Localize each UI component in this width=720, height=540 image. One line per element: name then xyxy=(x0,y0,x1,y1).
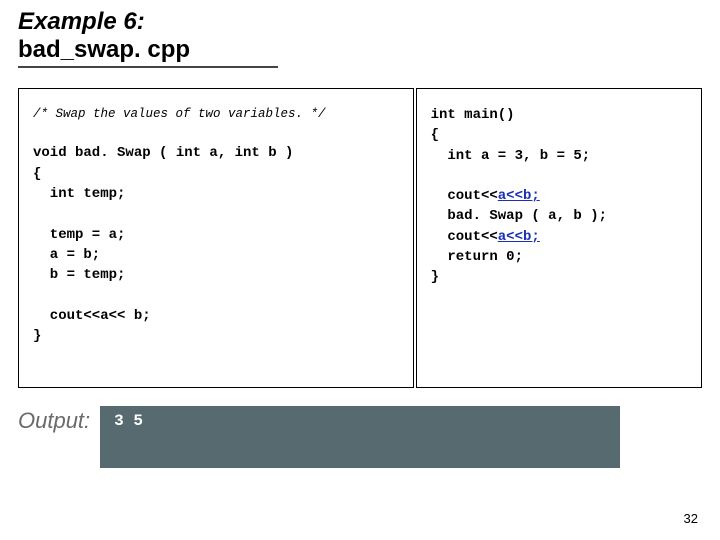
code-line: int a = 3, b = 5; xyxy=(431,146,691,166)
slide-title: Example 6: bad_swap. cpp xyxy=(18,8,702,68)
code-line: a = b; xyxy=(33,245,403,265)
cout-link[interactable]: a<<b; xyxy=(498,229,540,245)
code-line: { xyxy=(431,125,691,145)
code-line: int temp; xyxy=(33,184,403,204)
code-line: b = temp; xyxy=(33,265,403,285)
code-line: int main() xyxy=(431,105,691,125)
output-section: Output: 3 5 xyxy=(18,406,702,468)
code-line: } xyxy=(431,267,691,287)
title-underline xyxy=(18,66,278,68)
code-line: { xyxy=(33,164,403,184)
code-left: /* Swap the values of two variables. */ … xyxy=(18,88,414,388)
code-right: int main() { int a = 3, b = 5; cout<<a<<… xyxy=(416,88,702,388)
page-number: 32 xyxy=(684,511,698,526)
code-line: void bad. Swap ( int a, int b ) xyxy=(33,143,403,163)
cout-link[interactable]: a<<b; xyxy=(498,188,540,204)
code-line: bad. Swap ( a, b ); xyxy=(431,206,691,226)
cout-prefix: cout<< xyxy=(431,188,498,204)
code-line: } xyxy=(33,326,403,346)
cout-prefix: cout<< xyxy=(431,229,498,245)
title-line2: bad_swap. cpp xyxy=(18,36,190,64)
code-line: return 0; xyxy=(431,247,691,267)
output-box: 3 5 xyxy=(100,406,620,468)
code-line: cout<<a<<b; xyxy=(431,227,691,247)
title-line1: Example 6: xyxy=(18,8,702,36)
code-line: cout<<a<<b; xyxy=(431,186,691,206)
code-comment: /* Swap the values of two variables. */ xyxy=(33,105,403,123)
output-label: Output: xyxy=(18,406,90,434)
code-line: temp = a; xyxy=(33,225,403,245)
code-line: cout<<a<< b; xyxy=(33,306,403,326)
code-container: /* Swap the values of two variables. */ … xyxy=(18,88,702,388)
